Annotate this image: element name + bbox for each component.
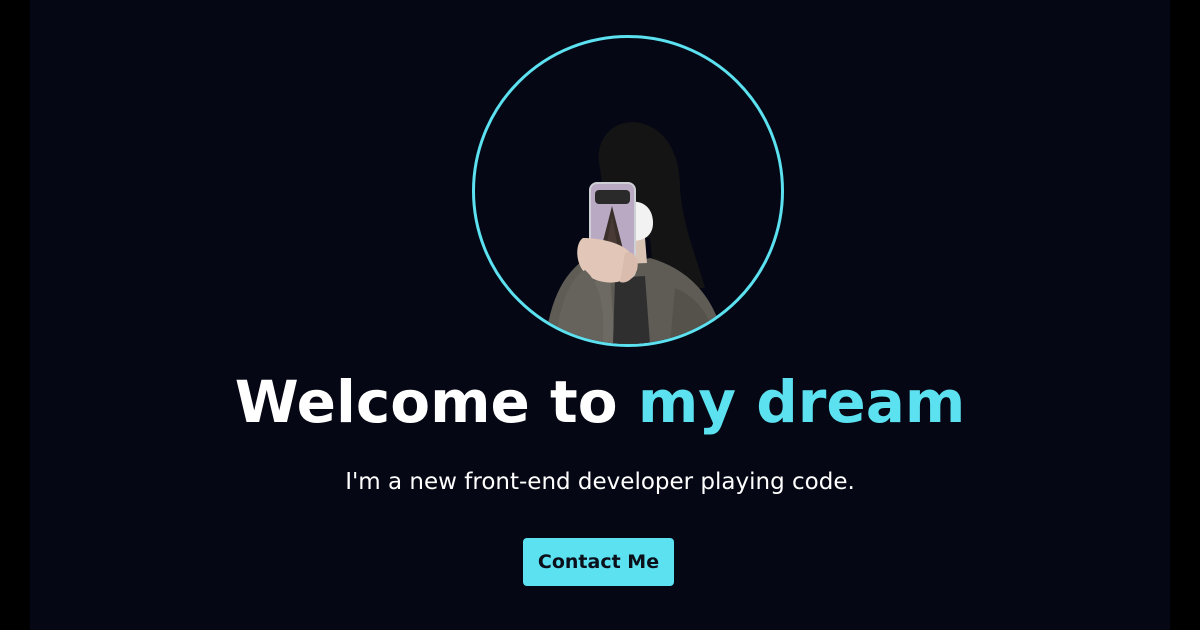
page-title: Welcome to my dream	[30, 362, 1170, 442]
title-prefix: Welcome to	[234, 368, 638, 436]
subtitle: I'm a new front-end developer playing co…	[345, 469, 855, 495]
hero-section: Welcome to my dream I'm a new front-end …	[30, 0, 1170, 630]
title-accent: my dream	[637, 368, 966, 436]
avatar	[472, 35, 784, 347]
contact-me-button[interactable]: Contact Me	[523, 538, 674, 586]
page: Welcome to my dream I'm a new front-end …	[0, 0, 1200, 630]
profile-photo	[545, 122, 725, 344]
